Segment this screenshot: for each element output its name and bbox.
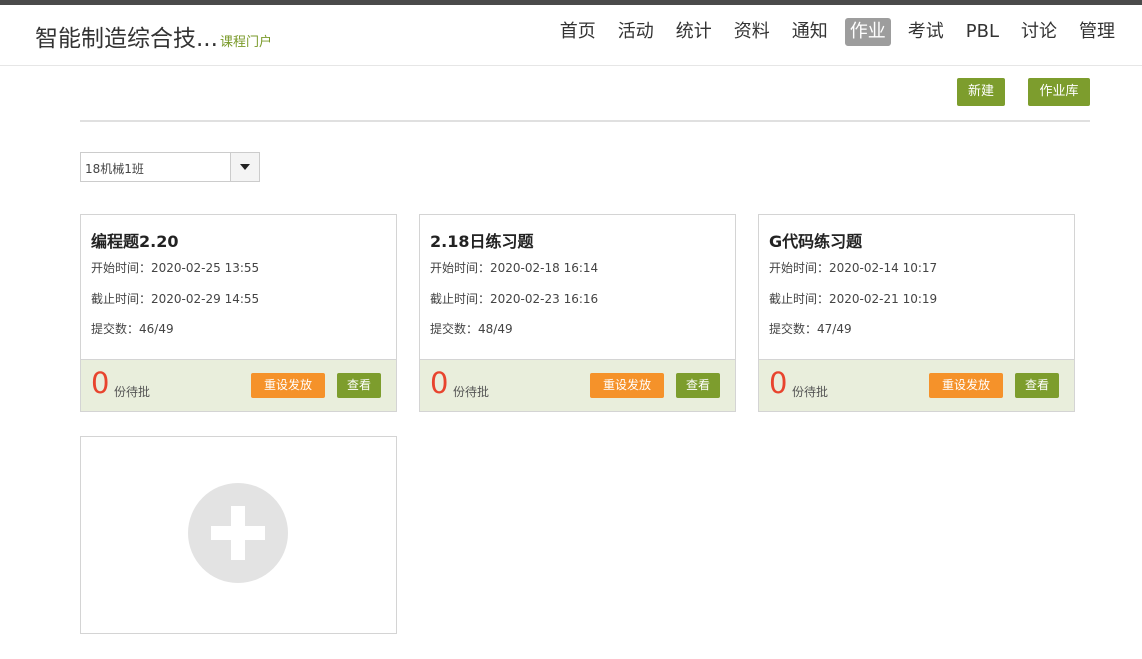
divider <box>80 120 1090 122</box>
assignment-title[interactable]: G代码练习题 <box>769 228 862 252</box>
class-select-toggle[interactable] <box>230 153 259 181</box>
submissions-value: 47/49 <box>817 322 852 336</box>
assignment-card: 2.18日练习题 开始时间：2020-02-18 16:14 截止时间：2020… <box>419 214 736 412</box>
start-time-label: 开始时间： <box>769 261 830 275</box>
new-assignment-button[interactable]: 新建 <box>957 78 1005 106</box>
submissions-value: 46/49 <box>139 322 174 336</box>
reset-release-button[interactable]: 重设发放 <box>590 373 664 398</box>
nav-materials[interactable]: 资料 <box>729 18 775 46</box>
nav-statistics[interactable]: 统计 <box>671 18 717 46</box>
nav-manage[interactable]: 管理 <box>1074 18 1120 46</box>
pending-count: 0 <box>430 366 449 400</box>
course-title[interactable]: 智能制造综合技... 课程门户 <box>35 19 272 53</box>
plus-circle-icon[interactable] <box>188 483 288 583</box>
start-time-label: 开始时间： <box>91 261 152 275</box>
main-nav: 首页 活动 统计 资料 通知 作业 考试 PBL 讨论 管理 <box>543 18 1120 46</box>
reset-release-button[interactable]: 重设发放 <box>929 373 1003 398</box>
end-time-value: 2020-02-29 14:55 <box>151 292 260 306</box>
end-time-value: 2020-02-23 16:16 <box>490 292 599 306</box>
end-time-value: 2020-02-21 10:19 <box>829 292 938 306</box>
nav-discussion[interactable]: 讨论 <box>1016 18 1062 46</box>
class-select-value: 18机械1班 <box>85 162 144 176</box>
nav-exam[interactable]: 考试 <box>903 18 949 46</box>
pending-count: 0 <box>91 366 110 400</box>
start-time-value: 2020-02-14 10:17 <box>829 261 938 275</box>
submissions-label: 提交数： <box>769 322 818 336</box>
pending-label: 份待批 <box>792 385 829 399</box>
add-assignment-card[interactable] <box>80 436 397 634</box>
nav-activity[interactable]: 活动 <box>613 18 659 46</box>
course-portal-label[interactable]: 课程门户 <box>220 35 272 50</box>
start-time-label: 开始时间： <box>430 261 491 275</box>
pending-label: 份待批 <box>453 385 490 399</box>
assignment-card: 编程题2.20 开始时间：2020-02-25 13:55 截止时间：2020-… <box>80 214 397 412</box>
assignment-start-time: 开始时间：2020-02-14 10:17 <box>769 259 937 276</box>
assignment-title[interactable]: 编程题2.20 <box>91 228 178 252</box>
assignment-library-button[interactable]: 作业库 <box>1028 78 1090 106</box>
assignment-card-footer: 0 份待批 重设发放 查看 <box>420 359 735 411</box>
start-time-value: 2020-02-25 13:55 <box>151 261 260 275</box>
nav-pbl[interactable]: PBL <box>961 18 1004 46</box>
view-button[interactable]: 查看 <box>676 373 720 398</box>
course-title-text[interactable]: 智能制造综合技... <box>35 26 218 52</box>
nav-notice[interactable]: 通知 <box>787 18 833 46</box>
assignment-end-time: 截止时间：2020-02-23 16:16 <box>430 290 598 307</box>
submissions-value: 48/49 <box>478 322 513 336</box>
assignment-title[interactable]: 2.18日练习题 <box>430 228 533 252</box>
class-select[interactable]: 18机械1班 <box>80 152 260 182</box>
nav-homework[interactable]: 作业 <box>844 18 891 46</box>
assignment-end-time: 截止时间：2020-02-29 14:55 <box>91 290 259 307</box>
view-button[interactable]: 查看 <box>1015 373 1059 398</box>
assignment-start-time: 开始时间：2020-02-18 16:14 <box>430 259 598 276</box>
assignment-card: G代码练习题 开始时间：2020-02-14 10:17 截止时间：2020-0… <box>758 214 1075 412</box>
plus-icon-vertical <box>231 506 245 560</box>
assignment-submissions: 提交数：46/49 <box>91 320 174 337</box>
assignment-submissions: 提交数：47/49 <box>769 320 852 337</box>
end-time-label: 截止时间： <box>769 292 830 306</box>
view-button[interactable]: 查看 <box>337 373 381 398</box>
nav-home[interactable]: 首页 <box>555 18 601 46</box>
submissions-label: 提交数： <box>430 322 479 336</box>
assignment-end-time: 截止时间：2020-02-21 10:19 <box>769 290 937 307</box>
reset-release-button[interactable]: 重设发放 <box>251 373 325 398</box>
end-time-label: 截止时间： <box>430 292 491 306</box>
submissions-label: 提交数： <box>91 322 140 336</box>
assignment-card-footer: 0 份待批 重设发放 查看 <box>81 359 396 411</box>
assignment-card-footer: 0 份待批 重设发放 查看 <box>759 359 1074 411</box>
end-time-label: 截止时间： <box>91 292 152 306</box>
start-time-value: 2020-02-18 16:14 <box>490 261 599 275</box>
pending-label: 份待批 <box>114 385 151 399</box>
header: 智能制造综合技... 课程门户 首页 活动 统计 资料 通知 作业 考试 PBL … <box>0 5 1142 66</box>
assignment-start-time: 开始时间：2020-02-25 13:55 <box>91 259 259 276</box>
assignment-submissions: 提交数：48/49 <box>430 320 513 337</box>
chevron-down-icon <box>240 164 250 170</box>
pending-count: 0 <box>769 366 788 400</box>
